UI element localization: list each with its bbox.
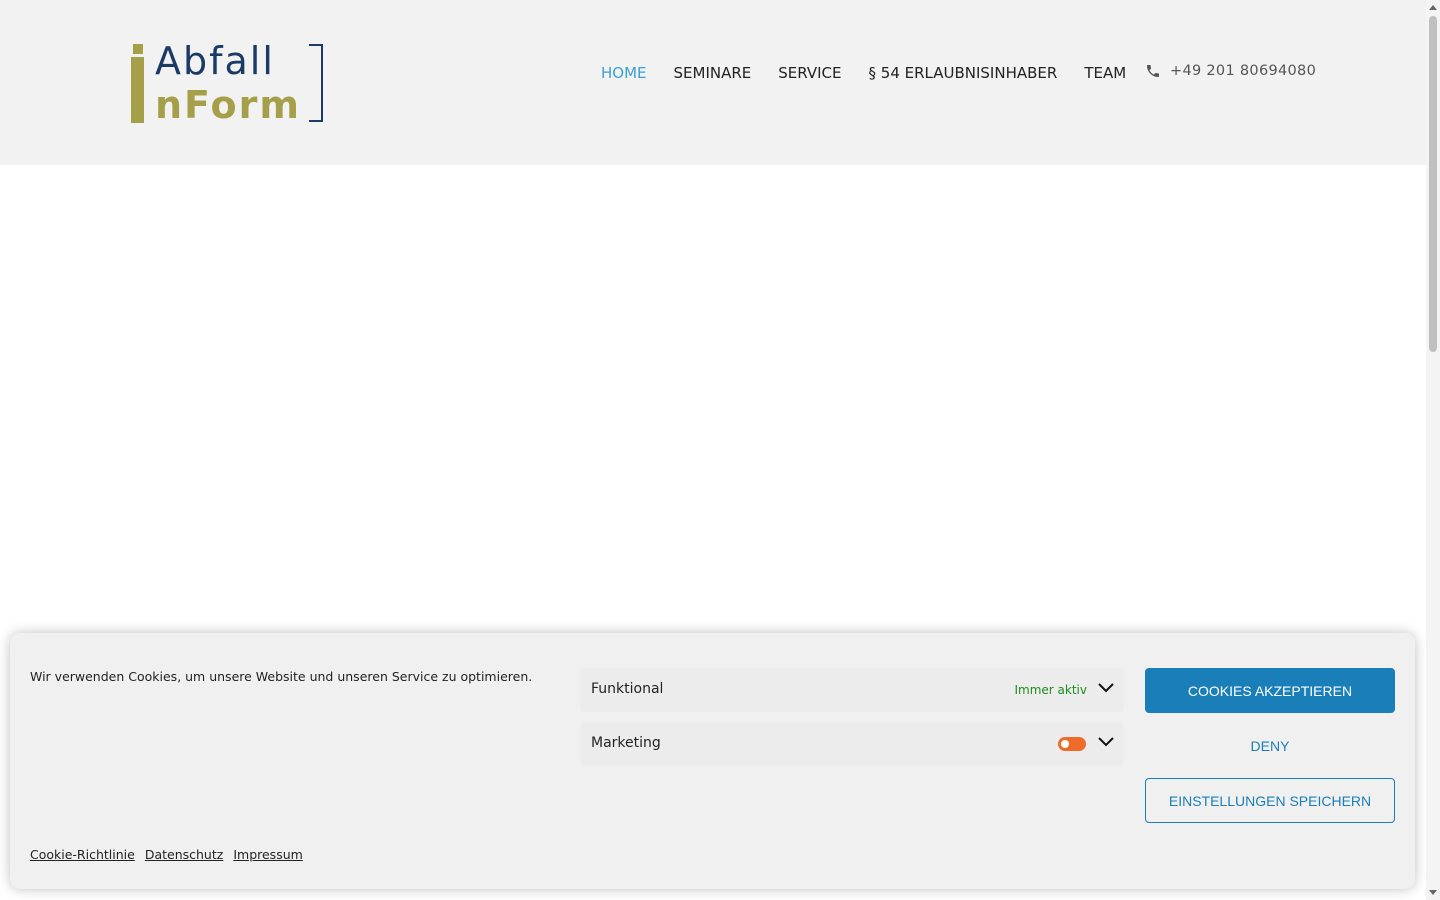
scroll-thumb[interactable] <box>1429 16 1437 352</box>
save-settings-button[interactable]: EINSTELLUNGEN SPEICHERN <box>1145 778 1395 823</box>
cookie-category-marketing[interactable]: Marketing <box>580 722 1124 766</box>
accept-cookies-button[interactable]: COOKIES AKZEPTIEREN <box>1145 668 1395 713</box>
phone-icon <box>1147 65 1159 77</box>
header-phone[interactable]: +49 201 80694080 <box>1145 63 1316 79</box>
logo-bracket <box>309 44 323 122</box>
cookie-banner: Wir verwenden Cookies, um unsere Website… <box>10 633 1415 889</box>
link-cookie-policy[interactable]: Cookie-Richtlinie <box>30 847 135 862</box>
category-label: Funktional <box>591 681 664 697</box>
logo-i-dot <box>133 44 143 54</box>
cookie-message: Wir verwenden Cookies, um unsere Website… <box>30 669 533 684</box>
logo-word-bottom: nForm <box>155 83 301 127</box>
marketing-toggle[interactable] <box>1058 737 1086 751</box>
page-scrollbar[interactable] <box>1426 0 1440 900</box>
link-privacy[interactable]: Datenschutz <box>145 847 224 862</box>
phone-number: +49 201 80694080 <box>1170 63 1317 79</box>
logo-word-top: Abfall <box>155 39 275 83</box>
scroll-up-arrow-icon[interactable] <box>1429 5 1437 10</box>
nav-item-home[interactable]: HOME <box>601 64 647 82</box>
link-imprint[interactable]: Impressum <box>233 847 302 862</box>
nav-item-service[interactable]: SERVICE <box>778 64 841 82</box>
cookie-links: Cookie-Richtlinie Datenschutz Impressum <box>30 847 303 862</box>
nav-item-erlaubnisinhaber[interactable]: § 54 ERLAUBNISINHABER <box>869 64 1058 82</box>
main-nav: HOME SEMINARE SERVICE § 54 ERLAUBNISINHA… <box>601 64 1153 82</box>
logo-i-bar <box>131 57 144 123</box>
toggle-knob <box>1061 740 1069 748</box>
nav-item-team[interactable]: TEAM <box>1084 64 1126 82</box>
site-header: Abfall nForm HOME SEMINARE SERVICE § 54 … <box>0 0 1426 165</box>
scroll-down-arrow-icon[interactable] <box>1429 890 1437 895</box>
always-active-status: Immer aktiv <box>1014 683 1088 697</box>
category-label: Marketing <box>591 735 661 751</box>
chevron-down-icon[interactable] <box>1098 682 1114 694</box>
cookie-category-funktional[interactable]: Funktional Immer aktiv <box>580 668 1124 712</box>
chevron-down-icon[interactable] <box>1098 736 1114 748</box>
nav-item-seminare[interactable]: SEMINARE <box>674 64 752 82</box>
site-logo[interactable]: Abfall nForm <box>129 39 329 127</box>
deny-button[interactable]: DENY <box>1145 723 1395 768</box>
